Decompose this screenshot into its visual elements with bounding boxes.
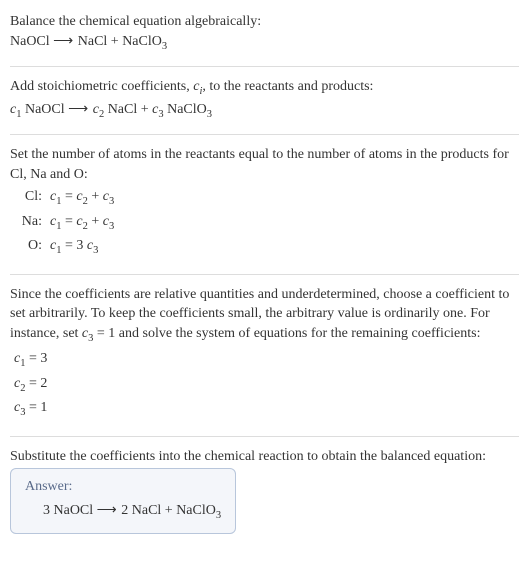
divider (10, 436, 519, 437)
coef-equation: c3 = 1 (10, 397, 51, 421)
table-row: Na: c1 = c2 + c3 (10, 211, 118, 235)
atom-equation: c1 = c2 + c3 (46, 186, 118, 210)
intro-reaction: NaOCl ⟶ NaCl + NaClO3 (10, 32, 519, 54)
solve-tbody: c1 = 3 c2 = 2 c3 = 1 (10, 348, 51, 421)
substitute-section: Substitute the coefficients into the che… (10, 441, 519, 543)
atom-label: Cl: (10, 186, 46, 210)
solve-section: Since the coefficients are relative quan… (10, 279, 519, 432)
divider (10, 134, 519, 135)
atom-label: O: (10, 235, 46, 259)
atoms-tbody: Cl: c1 = c2 + c3 Na: c1 = c2 + c3 O: c1 … (10, 186, 118, 259)
intro-text: Balance the chemical equation algebraica… (10, 12, 519, 32)
coefficients-reaction: c1 NaOCl ⟶ c2 NaCl + c3 NaClO3 (10, 100, 519, 122)
solve-text: Since the coefficients are relative quan… (10, 285, 519, 347)
solve-equations: c1 = 3 c2 = 2 c3 = 1 (10, 348, 51, 421)
coef-equation: c2 = 2 (10, 373, 51, 397)
coefficients-section: Add stoichiometric coefficients, ci, to … (10, 71, 519, 130)
atom-equation: c1 = 3 c3 (46, 235, 118, 259)
table-row: O: c1 = 3 c3 (10, 235, 118, 259)
answer-box: Answer: 3 NaOCl ⟶ 2 NaCl + NaClO3 (10, 468, 236, 534)
atom-label: Na: (10, 211, 46, 235)
coef-equation: c1 = 3 (10, 348, 51, 372)
table-row: Cl: c1 = c2 + c3 (10, 186, 118, 210)
table-row: c3 = 1 (10, 397, 51, 421)
answer-reaction: 3 NaOCl ⟶ 2 NaCl + NaClO3 (25, 501, 221, 523)
atom-equation: c1 = c2 + c3 (46, 211, 118, 235)
atoms-section: Set the number of atoms in the reactants… (10, 139, 519, 270)
table-row: c1 = 3 (10, 348, 51, 372)
substitute-text: Substitute the coefficients into the che… (10, 447, 519, 467)
atoms-text: Set the number of atoms in the reactants… (10, 145, 519, 184)
table-row: c2 = 2 (10, 373, 51, 397)
coefficients-text: Add stoichiometric coefficients, ci, to … (10, 77, 519, 99)
intro-section: Balance the chemical equation algebraica… (10, 6, 519, 62)
divider (10, 274, 519, 275)
divider (10, 66, 519, 67)
atoms-equations: Cl: c1 = c2 + c3 Na: c1 = c2 + c3 O: c1 … (10, 186, 118, 259)
answer-label: Answer: (25, 477, 221, 497)
